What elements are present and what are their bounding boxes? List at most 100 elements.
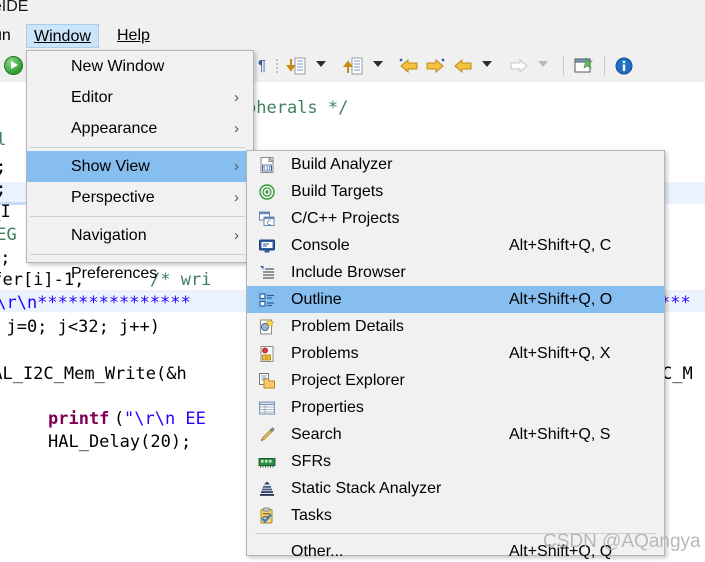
svg-text:C: C [267, 220, 271, 227]
menu-item-preferences-label: Preferences [71, 265, 158, 282]
menu-item-navigation[interactable]: Navigation › [27, 220, 253, 251]
run-gutter [0, 50, 27, 82]
submenu-item-tasks[interactable]: Tasks [247, 502, 664, 529]
submenu-item-label: Console [291, 237, 350, 254]
watermark: CSDN @AQangya [543, 531, 701, 552]
forward-arrow-icon [508, 56, 530, 76]
menu-item-preferences[interactable]: Preferences [27, 258, 253, 289]
submenu-item-label: Other... [291, 543, 344, 560]
menu-item-perspective-label: Perspective [71, 189, 155, 206]
menubar-item-help[interactable]: Help [110, 24, 157, 48]
code-line: printf [48, 409, 110, 429]
include-browser-icon [258, 264, 276, 282]
menubar-item-window-label: Window [34, 28, 91, 45]
window-title-bar: beIDE [0, 0, 705, 22]
submenu-item-label: Problem Details [291, 318, 404, 335]
submenu-item-build-analyzer[interactable]: 010 Build Analyzer [247, 151, 664, 178]
submenu-item-project-explorer[interactable]: Project Explorer [247, 367, 664, 394]
submenu-item-c-c-projects[interactable]: C C/C++ Projects [247, 205, 664, 232]
outline-icon [258, 291, 276, 309]
code-line: BEG [0, 225, 17, 245]
menu-separator [30, 254, 245, 255]
tasks-icon [258, 507, 276, 525]
forward-dropdown-caret-dim-icon [538, 61, 548, 67]
submenu-item-outline[interactable]: Outline Alt+Shift+Q, O [247, 286, 664, 313]
menu-item-show-view-label: Show View [71, 158, 150, 175]
submenu-item-shortcut: Alt+Shift+Q, C [509, 237, 612, 254]
menu-item-perspective[interactable]: Perspective › [27, 182, 253, 213]
step-down-dropdown-caret-icon[interactable] [316, 61, 326, 67]
next-annotation-icon[interactable] [424, 56, 446, 76]
submenu-item-shortcut: Alt+Shift+Q, O [509, 291, 613, 308]
code-line: "\r\n EE [124, 409, 206, 429]
submenu-item-problems[interactable]: Problems Alt+Shift+Q, X [247, 340, 664, 367]
code-line: HAL_I2C_Mem_Write(&h [0, 364, 187, 384]
step-up-dropdown-caret-icon[interactable] [373, 61, 383, 67]
menubar-item-run[interactable]: un [0, 24, 18, 48]
code-line: ; [0, 157, 6, 177]
submenu-item-shortcut: Alt+Shift+Q, X [509, 345, 611, 362]
code-line: C_M [662, 364, 693, 384]
search-icon [258, 426, 276, 444]
menu-item-editor[interactable]: Editor › [27, 82, 253, 113]
info-icon[interactable] [614, 56, 634, 76]
submenu-item-label: Include Browser [291, 264, 406, 281]
toolbar-separator [563, 56, 564, 75]
submenu-item-label: SFRs [291, 453, 331, 470]
window-title: beIDE [0, 0, 29, 15]
menu-separator [30, 147, 245, 148]
code-line: "\r\n*************** [0, 293, 191, 313]
menubar-item-window[interactable]: Window [26, 24, 99, 48]
menu-item-editor-label: Editor [71, 89, 113, 106]
step-down-icon[interactable] [286, 56, 306, 76]
submenu-item-console[interactable]: Console Alt+Shift+Q, C [247, 232, 664, 259]
properties-icon [258, 399, 276, 417]
step-up-icon[interactable] [343, 56, 363, 76]
menubar-item-help-label: Help [117, 27, 150, 44]
problems-icon [258, 345, 276, 363]
menu-item-appearance-label: Appearance [71, 120, 158, 137]
submenu-item-label: Build Analyzer [291, 156, 393, 173]
chevron-right-icon: › [234, 89, 239, 106]
prev-annotation-icon[interactable] [398, 56, 420, 76]
show-view-submenu: 010 Build Analyzer Build Targets C C/C++ Pro… [246, 150, 665, 560]
menu-item-navigation-label: Navigation [71, 227, 147, 244]
menu-bar: un Window Help [0, 22, 705, 50]
submenu-item-label: Build Targets [291, 183, 384, 200]
pilcrow-icon[interactable]: ¶ [252, 56, 272, 76]
submenu-item-properties[interactable]: Properties [247, 394, 664, 421]
menu-item-show-view[interactable]: Show View › [27, 151, 253, 182]
submenu-item-static-stack-analyzer[interactable]: Static Stack Analyzer [247, 475, 664, 502]
code-line: ( [114, 409, 125, 429]
submenu-item-label: Search [291, 426, 342, 443]
chevron-right-icon: › [234, 189, 239, 206]
code-line: al [0, 130, 7, 150]
chevron-right-icon: › [234, 227, 239, 244]
window-menu: New Window Editor › Appearance › Show Vi… [26, 50, 254, 282]
submenu-item-label: Static Stack Analyzer [291, 480, 442, 497]
submenu-item-sfrs[interactable]: SFRs [247, 448, 664, 475]
run-icon[interactable] [4, 56, 23, 75]
menubar-item-run-label: un [0, 27, 11, 44]
console-icon [258, 237, 276, 255]
back-arrow-icon[interactable] [452, 56, 474, 76]
menu-item-new-window[interactable]: New Window [27, 51, 253, 82]
submenu-item-include-browser[interactable]: Include Browser [247, 259, 664, 286]
submenu-item-build-targets[interactable]: Build Targets [247, 178, 664, 205]
back-dropdown-caret-icon[interactable] [482, 61, 492, 67]
submenu-item-label: C/C++ Projects [291, 210, 400, 227]
static-stack-icon [258, 480, 276, 498]
toolbar-separator [604, 56, 605, 75]
sfrs-icon [258, 453, 276, 471]
menu-item-new-window-label: New Window [71, 58, 165, 75]
new-window-icon[interactable] [573, 56, 595, 76]
menu-separator [30, 216, 245, 217]
code-line: HAL_Delay(20); [48, 432, 192, 452]
submenu-item-search[interactable]: Search Alt+Shift+Q, S [247, 421, 664, 448]
submenu-item-label: Problems [291, 345, 359, 362]
menu-item-appearance[interactable]: Appearance › [27, 113, 253, 144]
toolbar-drag-handle[interactable] [276, 58, 278, 74]
submenu-item-problem-details[interactable]: Problem Details [247, 313, 664, 340]
chevron-right-icon: › [234, 120, 239, 137]
svg-text:010: 010 [262, 166, 272, 172]
